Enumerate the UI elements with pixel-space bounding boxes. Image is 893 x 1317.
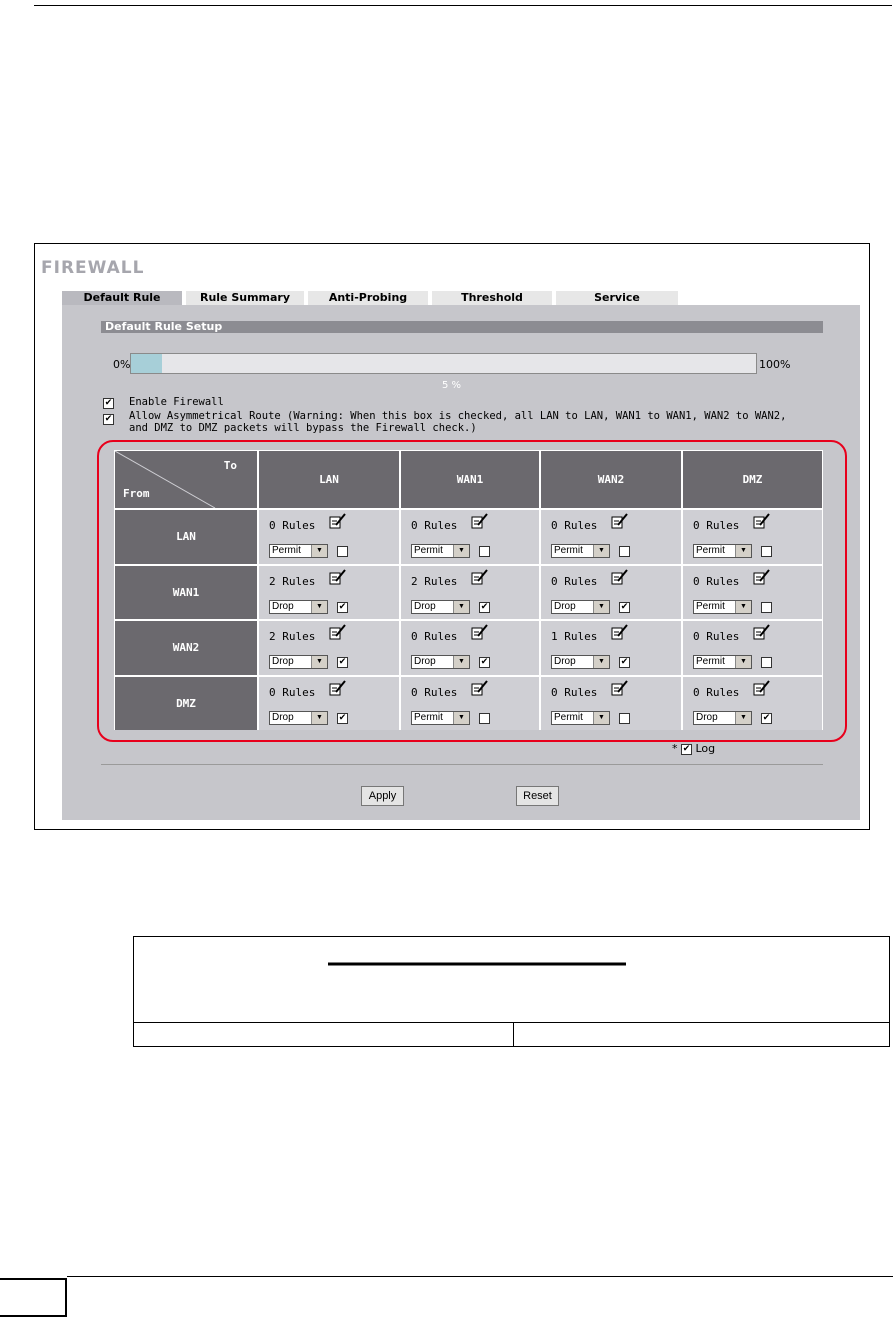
progress-min-label: 0% bbox=[113, 358, 131, 371]
progress-fill bbox=[131, 354, 163, 373]
tab-service[interactable]: Service bbox=[556, 291, 678, 305]
section-title: Default Rule Setup bbox=[101, 321, 823, 333]
table-divider-v bbox=[513, 1022, 514, 1047]
log-legend: * ✔ Log bbox=[672, 742, 715, 755]
page-number-box bbox=[0, 1278, 67, 1317]
table-divider-h bbox=[134, 1022, 889, 1023]
apply-button[interactable]: Apply bbox=[361, 786, 404, 806]
direction-arrow bbox=[328, 962, 626, 966]
log-legend-label: Log bbox=[695, 742, 716, 755]
log-legend-checkbox: ✔ bbox=[681, 743, 692, 755]
highlight-outline bbox=[97, 440, 847, 742]
progress-bar bbox=[130, 353, 757, 374]
asym-route-label-line2: and DMZ to DMZ packets will bypass the F… bbox=[129, 422, 477, 434]
page-title: FIREWALL bbox=[41, 258, 145, 278]
tab-panel: Default Rule Setup 0% 100% 5 % ✔ Enable … bbox=[62, 305, 860, 820]
asym-route-row: ✔ Allow Asymmetrical Route (Warning: Whe… bbox=[103, 410, 786, 434]
footer-rule bbox=[67, 1276, 893, 1277]
reset-button[interactable]: Reset bbox=[516, 786, 559, 806]
progress-max-label: 100% bbox=[759, 358, 791, 371]
log-asterisk: * bbox=[672, 742, 678, 755]
header-rule bbox=[34, 5, 892, 6]
firewall-screenshot: FIREWALL Default Rule Rule Summary Anti-… bbox=[34, 243, 870, 830]
asym-route-label-line1: Allow Asymmetrical Route (Warning: When … bbox=[129, 410, 787, 422]
direction-table bbox=[133, 936, 890, 1047]
progress-value-label: 5 % bbox=[442, 380, 462, 391]
tab-rule-summary[interactable]: Rule Summary bbox=[186, 291, 304, 305]
tab-anti-probing[interactable]: Anti-Probing bbox=[308, 291, 428, 305]
enable-firewall-label: Enable Firewall bbox=[129, 396, 224, 408]
asym-route-checkbox[interactable]: ✔ bbox=[103, 414, 114, 425]
divider bbox=[101, 764, 823, 765]
tab-default-rule[interactable]: Default Rule bbox=[62, 291, 182, 305]
enable-firewall-row: ✔ Enable Firewall bbox=[103, 396, 224, 409]
tab-threshold[interactable]: Threshold bbox=[432, 291, 552, 305]
enable-firewall-checkbox[interactable]: ✔ bbox=[103, 397, 114, 409]
